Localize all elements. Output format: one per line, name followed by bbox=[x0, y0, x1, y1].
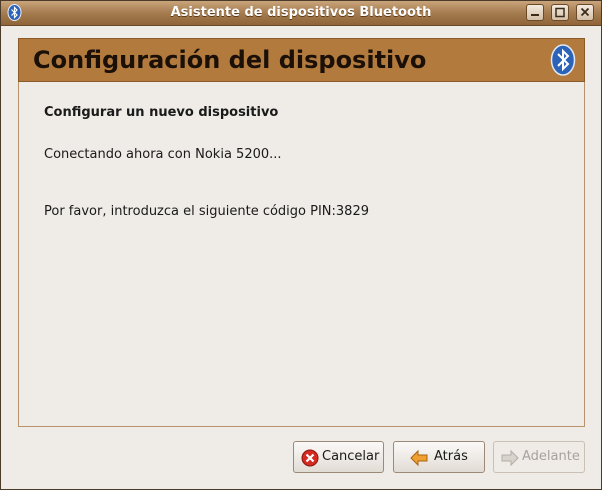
arrow-left-icon bbox=[410, 449, 428, 467]
close-button[interactable] bbox=[576, 4, 594, 21]
back-label: Atrás bbox=[434, 449, 468, 464]
title-bar[interactable]: Asistente de dispositivos Bluetooth bbox=[1, 1, 601, 26]
cancel-icon bbox=[301, 449, 319, 467]
minimize-icon bbox=[531, 14, 539, 16]
content-panel: Configurar un nuevo dispositivo Conectan… bbox=[18, 82, 585, 427]
status-text: Conectando ahora con Nokia 5200... bbox=[44, 147, 282, 162]
minimize-button[interactable] bbox=[526, 4, 544, 21]
wizard-window: Asistente de dispositivos Bluetooth Conf… bbox=[0, 0, 602, 490]
close-icon bbox=[580, 7, 590, 17]
bluetooth-icon bbox=[550, 44, 576, 76]
window-title: Asistente de dispositivos Bluetooth bbox=[170, 5, 432, 20]
page-banner: Configuración del dispositivo bbox=[18, 38, 585, 82]
maximize-icon bbox=[555, 7, 565, 18]
next-label: Adelante bbox=[522, 449, 580, 464]
cancel-label: Cancelar bbox=[322, 449, 380, 464]
arrow-right-icon bbox=[501, 449, 519, 467]
pin-message: Por favor, introduzca el siguiente códig… bbox=[44, 204, 369, 219]
page-title: Configuración del dispositivo bbox=[33, 46, 427, 74]
next-button[interactable]: Adelante bbox=[493, 441, 585, 473]
cancel-button[interactable]: Cancelar bbox=[293, 441, 384, 473]
maximize-button[interactable] bbox=[551, 4, 569, 21]
back-button[interactable]: Atrás bbox=[393, 441, 485, 473]
section-heading: Configurar un nuevo dispositivo bbox=[44, 105, 279, 120]
